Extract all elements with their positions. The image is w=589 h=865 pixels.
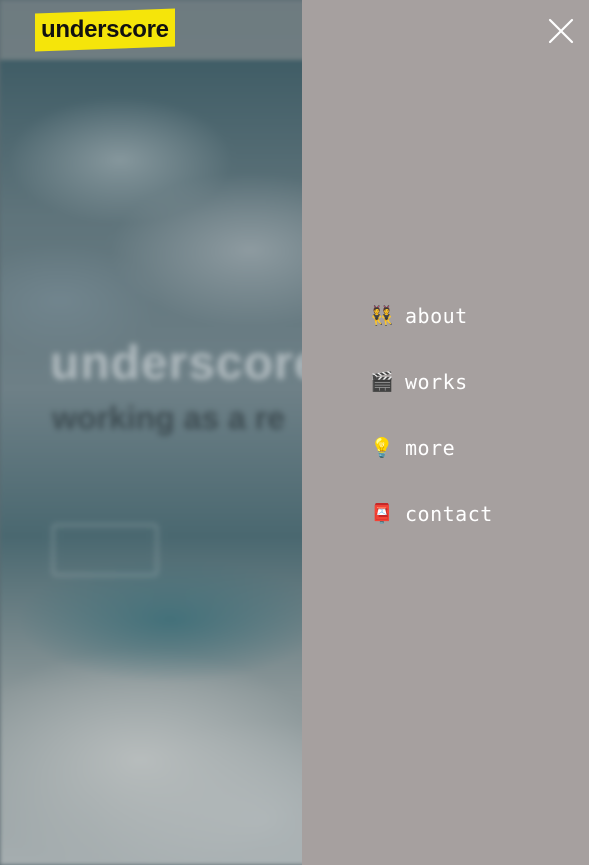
dancers-icon: 👯 [370, 305, 394, 327]
light-bulb-icon: 💡 [370, 437, 394, 459]
hero-button [52, 524, 158, 576]
menu-list: 👯 about 🎬 works 💡 more 📮 contact [370, 298, 493, 562]
logo-text: underscore [41, 16, 169, 43]
menu-item-contact[interactable]: 📮 contact [370, 496, 493, 532]
menu-label-about: about [405, 304, 468, 328]
menu-label-works: works [405, 370, 468, 394]
hero-subtitle: working as a re [52, 400, 285, 436]
menu-label-contact: contact [405, 502, 493, 526]
clapper-board-icon: 🎬 [370, 371, 394, 393]
logo-link[interactable]: underscore [35, 8, 175, 52]
close-icon [548, 18, 574, 44]
menu-label-more: more [405, 436, 456, 460]
menu-item-more[interactable]: 💡 more [370, 430, 493, 466]
postbox-icon: 📮 [370, 503, 394, 525]
hero-title: underscore [50, 337, 322, 390]
menu-item-about[interactable]: 👯 about [370, 298, 493, 334]
menu-item-works[interactable]: 🎬 works [370, 364, 493, 400]
close-menu-button[interactable] [543, 13, 579, 49]
